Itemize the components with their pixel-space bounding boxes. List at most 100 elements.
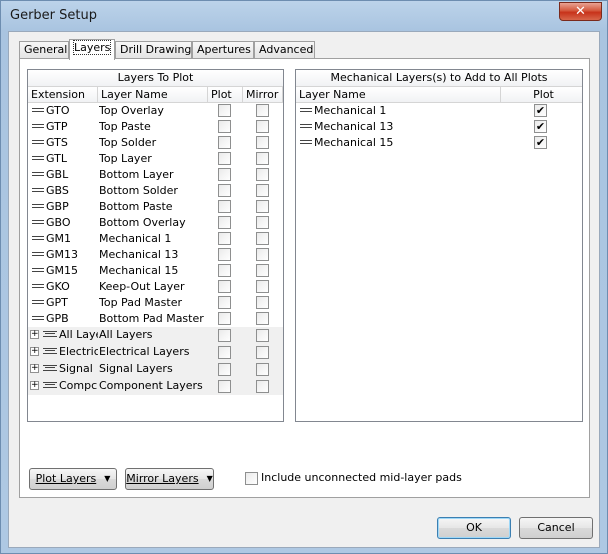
mech-layer-name-cell: Mechanical 15 xyxy=(300,135,500,151)
mirror-checkbox[interactable] xyxy=(256,312,269,325)
extension-cell: GKO xyxy=(32,279,98,295)
table-row[interactable]: GTO Top Overlay xyxy=(28,103,283,119)
table-row[interactable]: GM15 Mechanical 15 xyxy=(28,263,283,279)
layer-icon xyxy=(32,300,44,304)
plot-checkbox[interactable] xyxy=(218,264,231,277)
extension-text: GTS xyxy=(46,136,68,149)
plot-checkbox[interactable] xyxy=(218,312,231,325)
table-row[interactable]: GTL Top Layer xyxy=(28,151,283,167)
mirror-checkbox[interactable] xyxy=(256,136,269,149)
mirror-checkbox[interactable] xyxy=(256,346,269,359)
table-row[interactable]: GBL Bottom Layer xyxy=(28,167,283,183)
mech-layer-name-cell: Mechanical 1 xyxy=(300,103,500,119)
expand-icon[interactable]: + xyxy=(30,380,39,390)
plot-checkbox[interactable] xyxy=(218,363,231,376)
plot-layers-label: Plot Layers xyxy=(35,472,97,485)
layer-name-cell: Top Layer xyxy=(99,152,152,165)
mirror-checkbox[interactable] xyxy=(256,329,269,342)
mirror-checkbox[interactable] xyxy=(256,104,269,117)
group-extension-text: Compc xyxy=(59,379,98,392)
layer-name-cell: Top Pad Master xyxy=(99,296,182,309)
plot-layers-dropdown-button[interactable]: Plot Layers ▼ xyxy=(29,468,117,490)
table-row[interactable]: GKO Keep-Out Layer xyxy=(28,279,283,295)
tab-layers[interactable]: Layers xyxy=(69,39,115,60)
ok-button[interactable]: OK xyxy=(437,517,511,539)
plot-checkbox[interactable] xyxy=(218,136,231,149)
plot-checkbox[interactable] xyxy=(218,168,231,181)
plot-checkbox[interactable] xyxy=(218,232,231,245)
mirror-checkbox[interactable] xyxy=(256,248,269,261)
table-row[interactable]: GPT Top Pad Master xyxy=(28,295,283,311)
table-row[interactable]: GBS Bottom Solder xyxy=(28,183,283,199)
plot-checkbox[interactable] xyxy=(218,120,231,133)
tab-drill-drawing[interactable]: Drill Drawing xyxy=(115,41,192,59)
plot-checkbox[interactable] xyxy=(218,248,231,261)
extension-text: GBP xyxy=(46,200,69,213)
table-row[interactable]: GPB Bottom Pad Master xyxy=(28,311,283,327)
plot-checkbox[interactable] xyxy=(218,216,231,229)
column-header-layer-name[interactable]: Layer Name xyxy=(98,87,208,103)
column-header-layer-name[interactable]: Layer Name xyxy=(296,87,501,103)
close-button[interactable]: ✕ xyxy=(559,2,602,21)
expand-icon[interactable]: + xyxy=(30,329,39,339)
mirror-checkbox[interactable] xyxy=(256,152,269,165)
plot-checkbox[interactable] xyxy=(218,296,231,309)
plot-checkbox[interactable] xyxy=(218,200,231,213)
include-unconnected-label[interactable]: Include unconnected mid-layer pads xyxy=(261,471,462,484)
expand-icon[interactable]: + xyxy=(30,363,39,373)
mirror-checkbox[interactable] xyxy=(256,200,269,213)
layers-to-plot-title: Layers To Plot xyxy=(28,70,283,87)
mirror-layers-dropdown-button[interactable]: Mirror Layers ▼ xyxy=(125,468,214,490)
column-header-extension[interactable]: Extension xyxy=(28,87,98,103)
cancel-button[interactable]: Cancel xyxy=(519,517,593,539)
mirror-checkbox[interactable] xyxy=(256,168,269,181)
mirror-checkbox[interactable] xyxy=(256,232,269,245)
plot-checkbox[interactable] xyxy=(218,280,231,293)
include-unconnected-checkbox[interactable] xyxy=(245,472,258,485)
plot-checkbox[interactable]: ✔ xyxy=(534,120,547,133)
table-row[interactable]: GM13 Mechanical 13 xyxy=(28,247,283,263)
group-row[interactable]: + Compc Component Layers xyxy=(28,378,283,395)
table-row[interactable]: Mechanical 1 ✔ xyxy=(296,103,582,119)
tab-general[interactable]: General xyxy=(19,41,69,59)
column-header-mirror[interactable]: Mirror xyxy=(243,87,283,103)
mirror-checkbox[interactable] xyxy=(256,216,269,229)
mirror-checkbox[interactable] xyxy=(256,184,269,197)
group-row[interactable]: + Electric Electrical Layers xyxy=(28,344,283,361)
mirror-checkbox[interactable] xyxy=(256,120,269,133)
mirror-checkbox[interactable] xyxy=(256,380,269,393)
mirror-checkbox[interactable] xyxy=(256,363,269,376)
plot-checkbox[interactable] xyxy=(218,329,231,342)
plot-checkbox[interactable]: ✔ xyxy=(534,104,547,117)
table-row[interactable]: GTS Top Solder xyxy=(28,135,283,151)
layer-icon xyxy=(32,284,44,288)
mirror-checkbox[interactable] xyxy=(256,264,269,277)
tab-apertures[interactable]: Apertures xyxy=(192,41,254,59)
extension-text: GM1 xyxy=(46,232,72,245)
tab-advanced[interactable]: Advanced xyxy=(254,41,315,59)
table-row[interactable]: GBP Bottom Paste xyxy=(28,199,283,215)
table-row[interactable]: GTP Top Paste xyxy=(28,119,283,135)
plot-checkbox[interactable] xyxy=(218,184,231,197)
group-row[interactable]: + All Laye All Layers xyxy=(28,327,283,344)
plot-checkbox[interactable] xyxy=(218,380,231,393)
column-header-plot[interactable]: Plot xyxy=(501,87,583,103)
table-row[interactable]: Mechanical 15 ✔ xyxy=(296,135,582,151)
table-row[interactable]: GM1 Mechanical 1 xyxy=(28,231,283,247)
plot-checkbox[interactable] xyxy=(218,152,231,165)
column-header-plot[interactable]: Plot xyxy=(208,87,243,103)
plot-checkbox[interactable]: ✔ xyxy=(534,136,547,149)
table-row[interactable]: Mechanical 13 ✔ xyxy=(296,119,582,135)
group-row[interactable]: + Signal Signal Layers xyxy=(28,361,283,378)
expand-icon[interactable]: + xyxy=(30,346,39,356)
mirror-checkbox[interactable] xyxy=(256,280,269,293)
extension-text: GTO xyxy=(46,104,70,117)
layer-icon xyxy=(32,124,44,128)
mirror-checkbox[interactable] xyxy=(256,296,269,309)
layer-name-cell: Bottom Paste xyxy=(99,200,173,213)
title-bar[interactable]: Gerber Setup ✕ xyxy=(1,1,607,31)
plot-checkbox[interactable] xyxy=(218,104,231,117)
plot-checkbox[interactable] xyxy=(218,346,231,359)
table-row[interactable]: GBO Bottom Overlay xyxy=(28,215,283,231)
window-title: Gerber Setup xyxy=(10,8,97,23)
